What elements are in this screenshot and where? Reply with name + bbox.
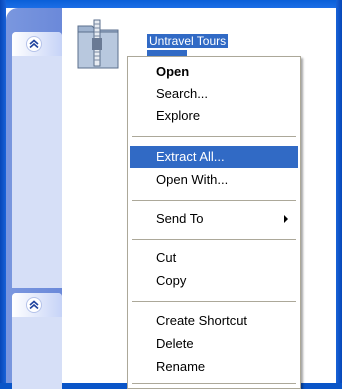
menu-separator [132,383,296,384]
menu-item-cut[interactable]: Cut [130,247,298,269]
task-pane-group-header[interactable] [12,32,62,56]
menu-item-copy[interactable]: Copy [130,270,298,292]
menu-item-extract-all[interactable]: Extract All... [130,146,298,168]
window-frame-top [0,0,342,8]
task-pane-group-1 [12,32,62,288]
menu-item-open-with[interactable]: Open With... [130,169,298,191]
chevron-double-up-icon[interactable] [26,36,42,52]
explorer-window: Untravel Tours Open Search... Explore Ex… [0,0,342,389]
chevron-double-up-icon[interactable] [26,297,42,313]
menu-item-delete[interactable]: Delete [130,333,298,355]
menu-separator [132,301,296,302]
menu-item-send-to[interactable]: Send To [130,208,298,230]
menu-separator [132,200,296,201]
menu-item-search[interactable]: Search... [130,83,298,105]
menu-item-open[interactable]: Open [130,61,298,83]
menu-separator [132,239,296,240]
task-pane [6,8,62,389]
task-pane-group-2 [12,293,62,389]
submenu-arrow-icon [284,215,288,223]
menu-item-rename[interactable]: Rename [130,356,298,378]
menu-item-send-to-label: Send To [156,211,204,226]
window-frame-right [336,0,342,389]
menu-item-create-shortcut[interactable]: Create Shortcut [130,310,298,332]
file-name-label[interactable]: Untravel Tours [147,34,229,48]
task-pane-group-header[interactable] [12,293,62,317]
context-menu: Open Search... Explore Extract All... Op… [127,56,301,389]
zip-folder-icon[interactable] [74,16,122,72]
menu-item-explore[interactable]: Explore [130,105,298,127]
menu-separator [132,136,296,137]
